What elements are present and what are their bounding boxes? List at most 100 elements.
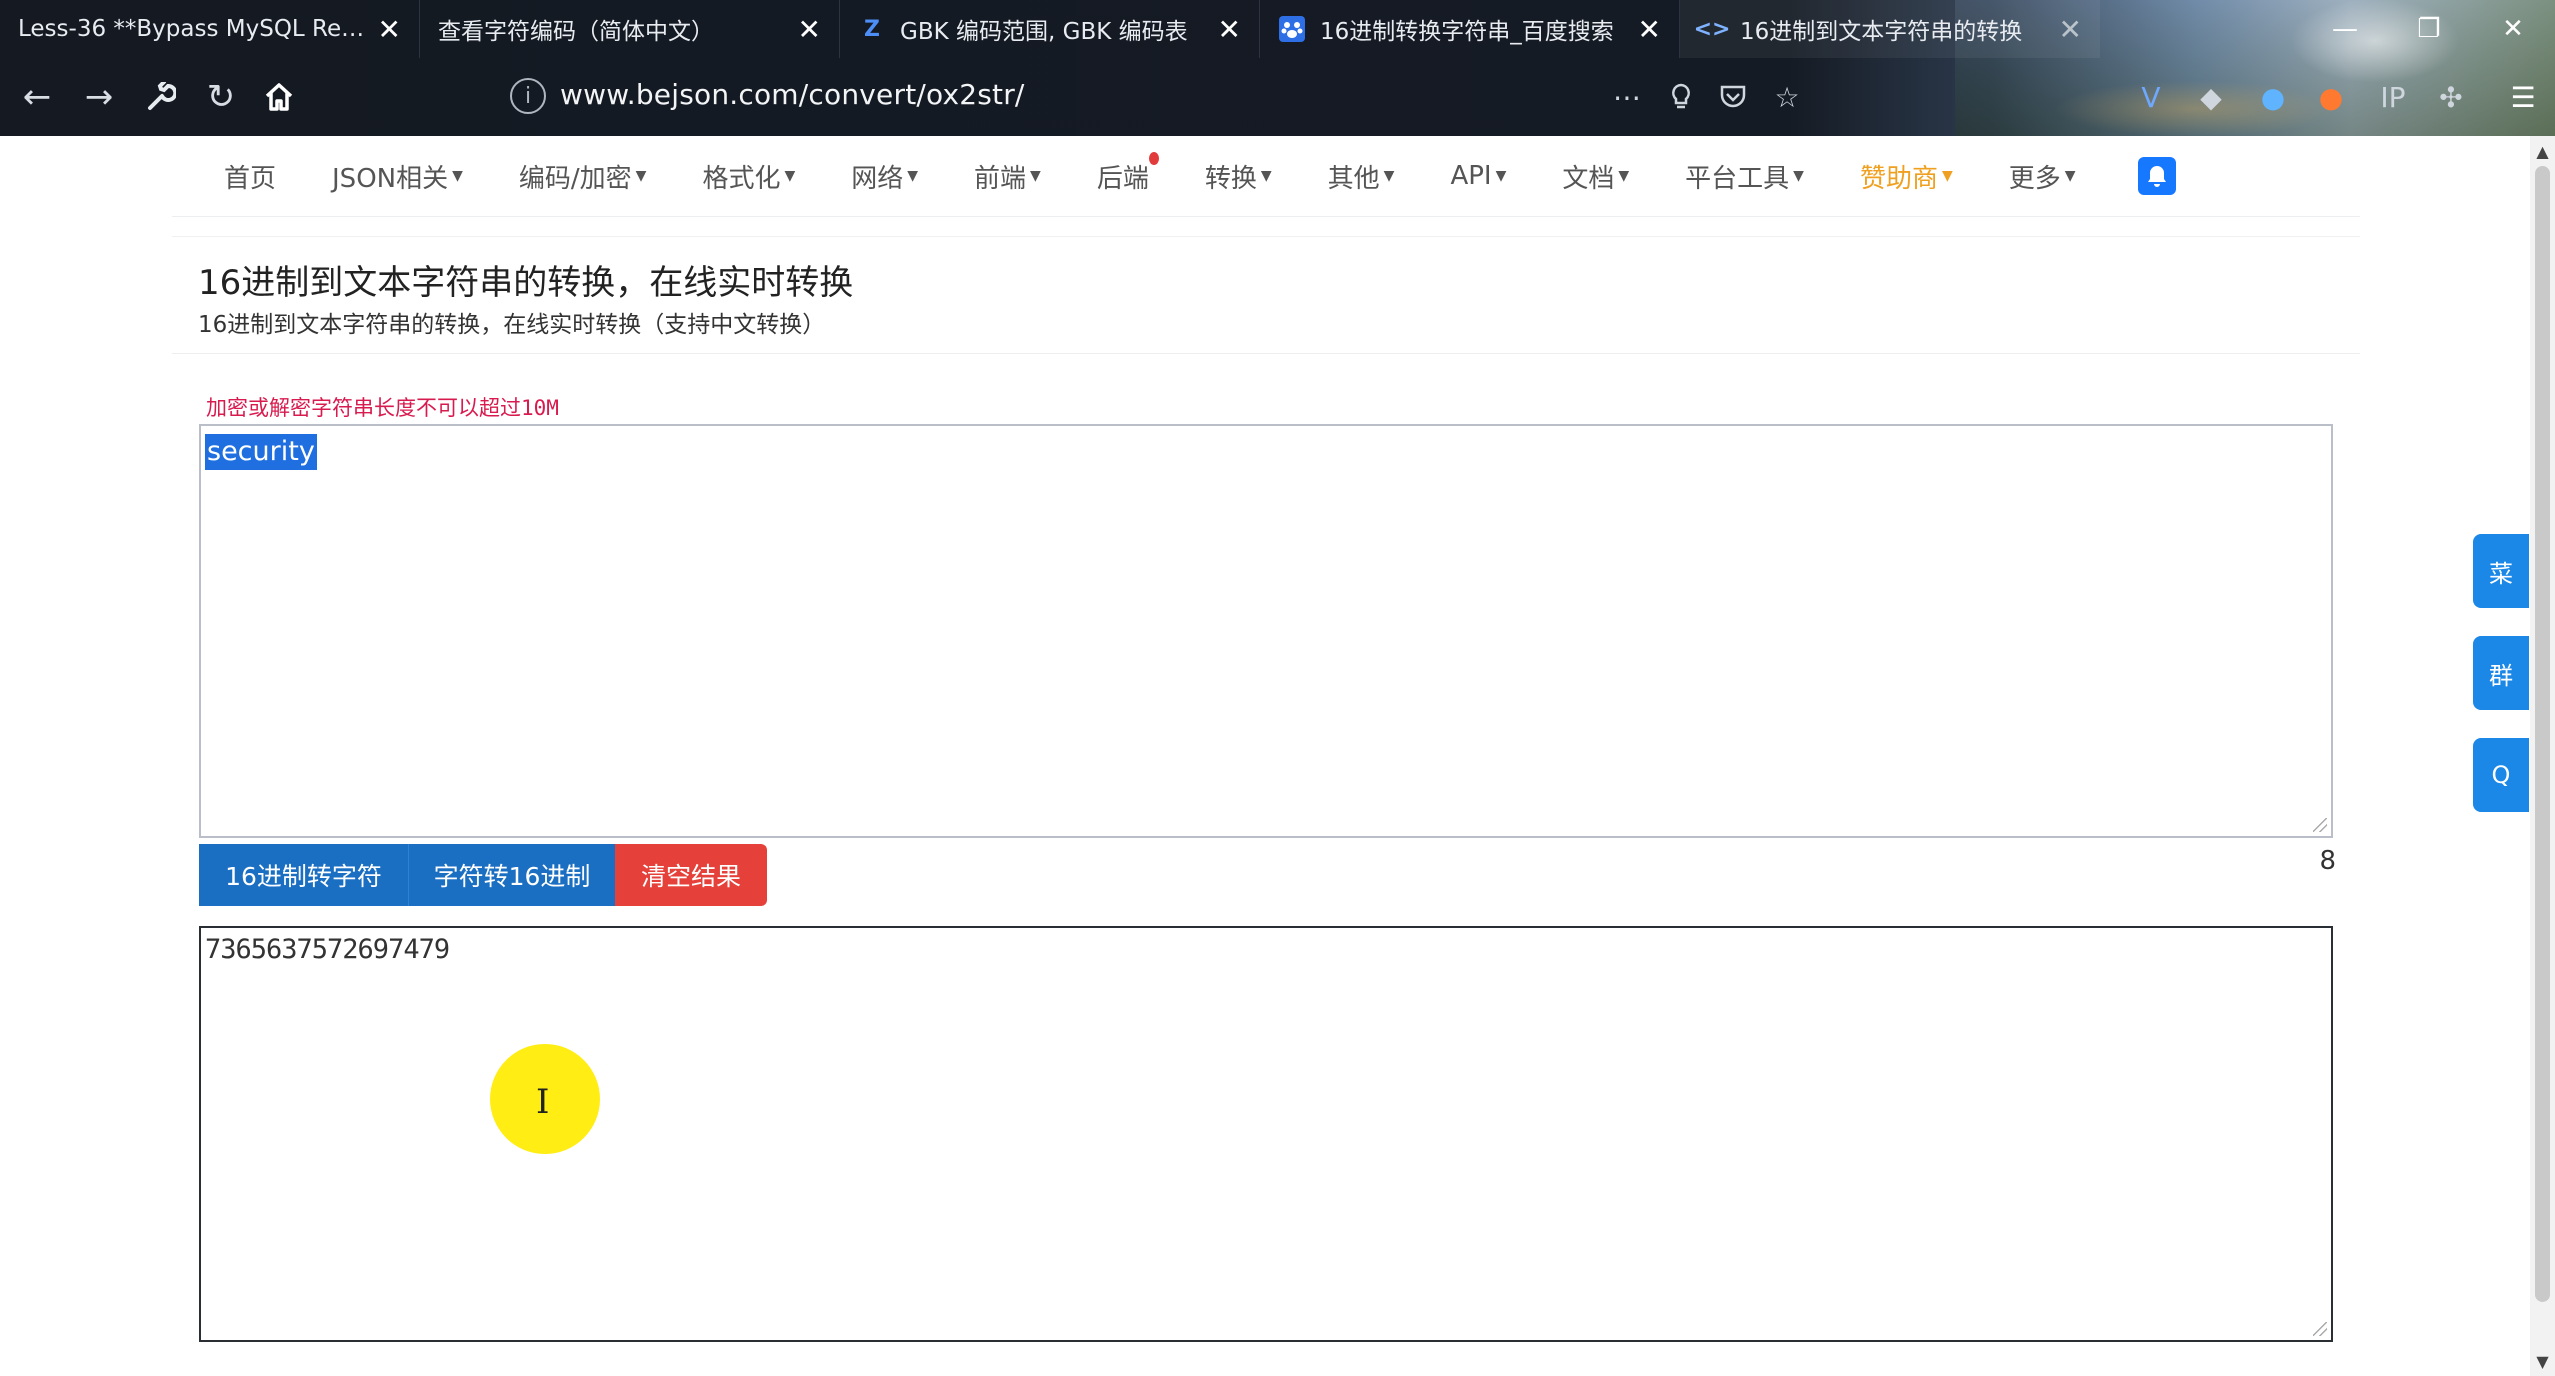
nav-label: 更多 <box>2008 163 2061 194</box>
close-window-icon[interactable]: ✕ <box>2471 0 2555 58</box>
tab-charset[interactable]: 查看字符编码（简体中文） ✕ <box>420 0 840 58</box>
resize-grip-icon[interactable] <box>2313 1322 2327 1336</box>
scroll-up-icon[interactable]: ▲ <box>2530 140 2555 162</box>
restore-icon[interactable]: ❐ <box>2387 0 2471 58</box>
more-actions-icon[interactable]: ⋯ <box>1606 76 1648 118</box>
site-info-icon[interactable]: i <box>510 78 546 114</box>
lightbulb-icon[interactable] <box>1660 76 1702 118</box>
hamburger-menu-icon[interactable]: ☰ <box>2502 76 2544 118</box>
window-controls: — ❐ ✕ <box>2303 0 2555 58</box>
nav-sponsor[interactable]: 赞助商 ▼ <box>1860 158 1953 195</box>
reload-icon[interactable]: ↻ <box>196 72 246 122</box>
caret-down-icon: ▼ <box>907 168 919 184</box>
caret-down-icon: ▼ <box>452 168 463 184</box>
nav-label: 首页 <box>224 163 277 194</box>
nav-home[interactable]: 首页 <box>224 158 276 195</box>
side-menu-button[interactable]: 菜 <box>2473 534 2529 608</box>
string-to-hex-button[interactable]: 字符转16进制 <box>408 844 615 906</box>
pocket-icon[interactable] <box>1712 76 1754 118</box>
caret-down-icon: ▼ <box>1793 168 1804 184</box>
extension-gear-icon[interactable]: ✣ <box>2430 76 2472 118</box>
close-icon[interactable]: ✕ <box>1218 13 1241 46</box>
tab-title: 16进制到文本字符串的转换 <box>1740 19 2023 45</box>
vertical-scrollbar[interactable]: ▲ ▼ <box>2530 136 2555 1376</box>
nav-platform-tools[interactable]: 平台工具 ▼ <box>1685 158 1804 195</box>
extension-bird-icon[interactable]: ● <box>2252 76 2294 118</box>
tab-less-36[interactable]: Less-36 **Bypass MySQL Real Es ✕ <box>0 0 420 58</box>
caret-down-icon: ▼ <box>635 168 647 184</box>
nav-network[interactable]: 网络 ▼ <box>851 158 918 195</box>
home-icon[interactable] <box>254 72 304 122</box>
page-title: 16进制到文本字符串的转换，在线实时转换 <box>198 263 854 303</box>
baidu-paw-icon <box>1278 15 1306 43</box>
side-group-button[interactable]: 群 <box>2473 636 2529 710</box>
clear-result-button[interactable]: 清空结果 <box>615 844 767 906</box>
nav-frontend[interactable]: 前端 ▼ <box>974 158 1041 195</box>
nav-encode[interactable]: 编码/加密 ▼ <box>519 158 647 195</box>
hot-badge-icon <box>1148 151 1159 165</box>
zhihu-favicon-icon: Z <box>864 16 880 42</box>
page-header: 16进制到文本字符串的转换，在线实时转换 16进制到文本字符串的转换，在线实时转… <box>172 236 2360 354</box>
nav-more[interactable]: 更多 ▼ <box>2009 158 2076 195</box>
code-brackets-icon: <> <box>1693 16 1731 42</box>
nav-label: 其他 <box>1327 163 1380 194</box>
tab-title: 16进制转换字符串_百度搜索 <box>1320 19 1614 45</box>
tab-title: Less-36 **Bypass MySQL Real Es <box>18 16 366 42</box>
bell-icon[interactable] <box>2137 157 2176 195</box>
caret-down-icon: ▼ <box>1618 168 1630 184</box>
nav-format[interactable]: 格式化 ▼ <box>702 158 795 195</box>
tab-bar: Less-36 **Bypass MySQL Real Es ✕ 查看字符编码（… <box>0 0 2555 58</box>
action-buttons: 16进制转字符 字符转16进制 清空结果 <box>199 844 767 906</box>
tab-hex-to-text[interactable]: <> 16进制到文本字符串的转换 ✕ <box>1680 0 2100 58</box>
tab-baidu[interactable]: 16进制转换字符串_百度搜索 ✕ <box>1260 0 1680 58</box>
input-textarea[interactable]: security <box>199 424 2333 838</box>
navigation-toolbar: ← → ↻ i www.bejson.com/convert/ox2str/ ⋯… <box>0 58 2555 136</box>
tab-title: 查看字符编码（简体中文） <box>438 19 714 45</box>
bookmark-star-icon[interactable]: ☆ <box>1766 76 1808 118</box>
extension-icon[interactable]: ◆ <box>2190 76 2232 118</box>
nav-backend[interactable]: 后端 <box>1097 151 1159 195</box>
extension-v-icon[interactable]: V <box>2130 76 2172 118</box>
nav-label: 网络 <box>851 163 904 194</box>
scroll-thumb[interactable] <box>2535 166 2550 1302</box>
site-top-nav: 首页 JSON相关 ▼ 编码/加密 ▼ 格式化 ▼ 网络 ▼ 前端 ▼ 后端 转换 ▼ 其他… <box>172 136 2360 217</box>
extension-ip-icon[interactable]: IP <box>2372 76 2414 118</box>
wrench-icon[interactable] <box>136 72 186 122</box>
nav-convert[interactable]: 转换 ▼ <box>1205 158 1272 195</box>
back-arrow-icon[interactable]: ← <box>12 72 62 122</box>
close-icon[interactable]: ✕ <box>1638 13 1661 46</box>
nav-label: 平台工具 <box>1685 163 1790 194</box>
close-icon[interactable]: ✕ <box>798 13 821 46</box>
caret-down-icon: ▼ <box>1495 168 1507 184</box>
page-subtitle: 16进制到文本字符串的转换，在线实时转换（支持中文转换） <box>198 312 826 338</box>
hex-to-string-button[interactable]: 16进制转字符 <box>199 844 408 906</box>
nav-other[interactable]: 其他 ▼ <box>1328 158 1395 195</box>
output-text[interactable]: 7365637572697479 <box>205 934 450 965</box>
address-bar-url[interactable]: www.bejson.com/convert/ox2str/ <box>560 78 1025 111</box>
resize-grip-icon[interactable] <box>2313 818 2327 832</box>
side-qq-button[interactable]: Q <box>2473 738 2529 812</box>
forward-arrow-icon[interactable]: → <box>74 72 124 122</box>
close-icon[interactable]: ✕ <box>378 13 401 46</box>
tab-gbk[interactable]: Z GBK 编码范围, GBK 编码表 ✕ <box>840 0 1260 58</box>
nav-json[interactable]: JSON相关 ▼ <box>332 158 463 195</box>
minimize-icon[interactable]: — <box>2303 0 2387 58</box>
input-selected-text[interactable]: security <box>205 434 317 470</box>
browser-chrome: Less-36 **Bypass MySQL Real Es ✕ 查看字符编码（… <box>0 0 2555 136</box>
nav-api[interactable]: API ▼ <box>1450 161 1506 191</box>
caret-down-icon: ▼ <box>1383 168 1395 184</box>
extension-fox-icon[interactable]: ● <box>2310 76 2352 118</box>
nav-label: 赞助商 <box>1859 163 1938 194</box>
length-warning: 加密或解密字符串长度不可以超过10M <box>206 396 559 420</box>
scroll-down-icon[interactable]: ▼ <box>2530 1350 2555 1372</box>
caret-down-icon: ▼ <box>2064 168 2076 184</box>
close-icon[interactable]: ✕ <box>2059 13 2082 46</box>
nav-docs[interactable]: 文档 ▼ <box>1562 158 1629 195</box>
character-count: 8 <box>2319 846 2336 876</box>
nav-label: 格式化 <box>702 163 781 194</box>
caret-down-icon: ▼ <box>1030 168 1041 184</box>
text-cursor-icon: I <box>536 1082 550 1122</box>
nav-label: 转换 <box>1204 163 1257 194</box>
caret-down-icon: ▼ <box>784 168 796 184</box>
caret-down-icon: ▼ <box>1941 168 1953 184</box>
